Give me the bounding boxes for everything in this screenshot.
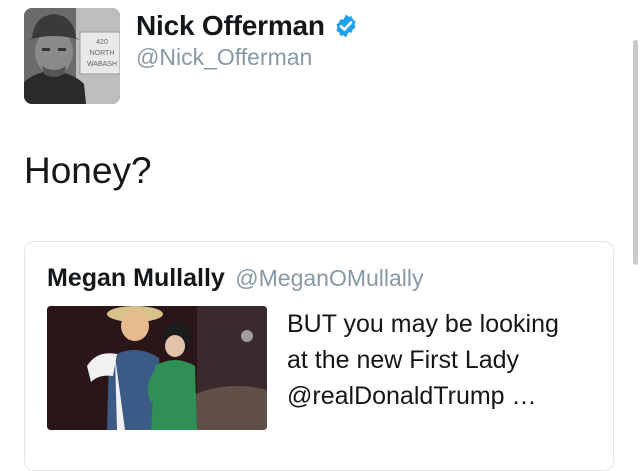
quoted-text-line-3[interactable]: @realDonaldTrump … <box>287 378 607 414</box>
quoted-tweet-card[interactable]: Megan Mullally @MeganOMullally BUT you m… <box>24 241 614 471</box>
avatar-sign-line-3: WABASH <box>87 61 117 68</box>
quoted-author-handle: @MeganOMullally <box>235 265 424 291</box>
avatar-photo: 420 NORTH WABASH <box>24 8 120 104</box>
author-name-row: Nick Offerman <box>136 10 359 42</box>
scrollbar[interactable] <box>633 40 638 265</box>
avatar-sign-line-1: 420 <box>96 39 108 46</box>
tweet-text: Honey? <box>24 150 152 191</box>
quoted-tweet-text: BUT you may be looking at the new First … <box>287 306 607 414</box>
author-display-name[interactable]: Nick Offerman <box>136 10 325 42</box>
quoted-author-name: Megan Mullally <box>47 264 225 292</box>
quoted-text-line-1: BUT you may be looking <box>287 310 559 338</box>
quoted-photo <box>47 306 267 430</box>
quoted-tweet-image[interactable] <box>47 306 267 430</box>
verified-badge-icon <box>336 14 356 38</box>
author-avatar[interactable]: 420 NORTH WABASH <box>24 8 120 104</box>
quoted-tweet-header: Megan Mullally @MeganOMullally <box>47 264 424 293</box>
author-handle[interactable]: @Nick_Offerman <box>136 44 312 71</box>
quoted-text-line-2: at the new First Lady <box>287 346 520 374</box>
avatar-sign-line-2: NORTH <box>90 50 115 57</box>
